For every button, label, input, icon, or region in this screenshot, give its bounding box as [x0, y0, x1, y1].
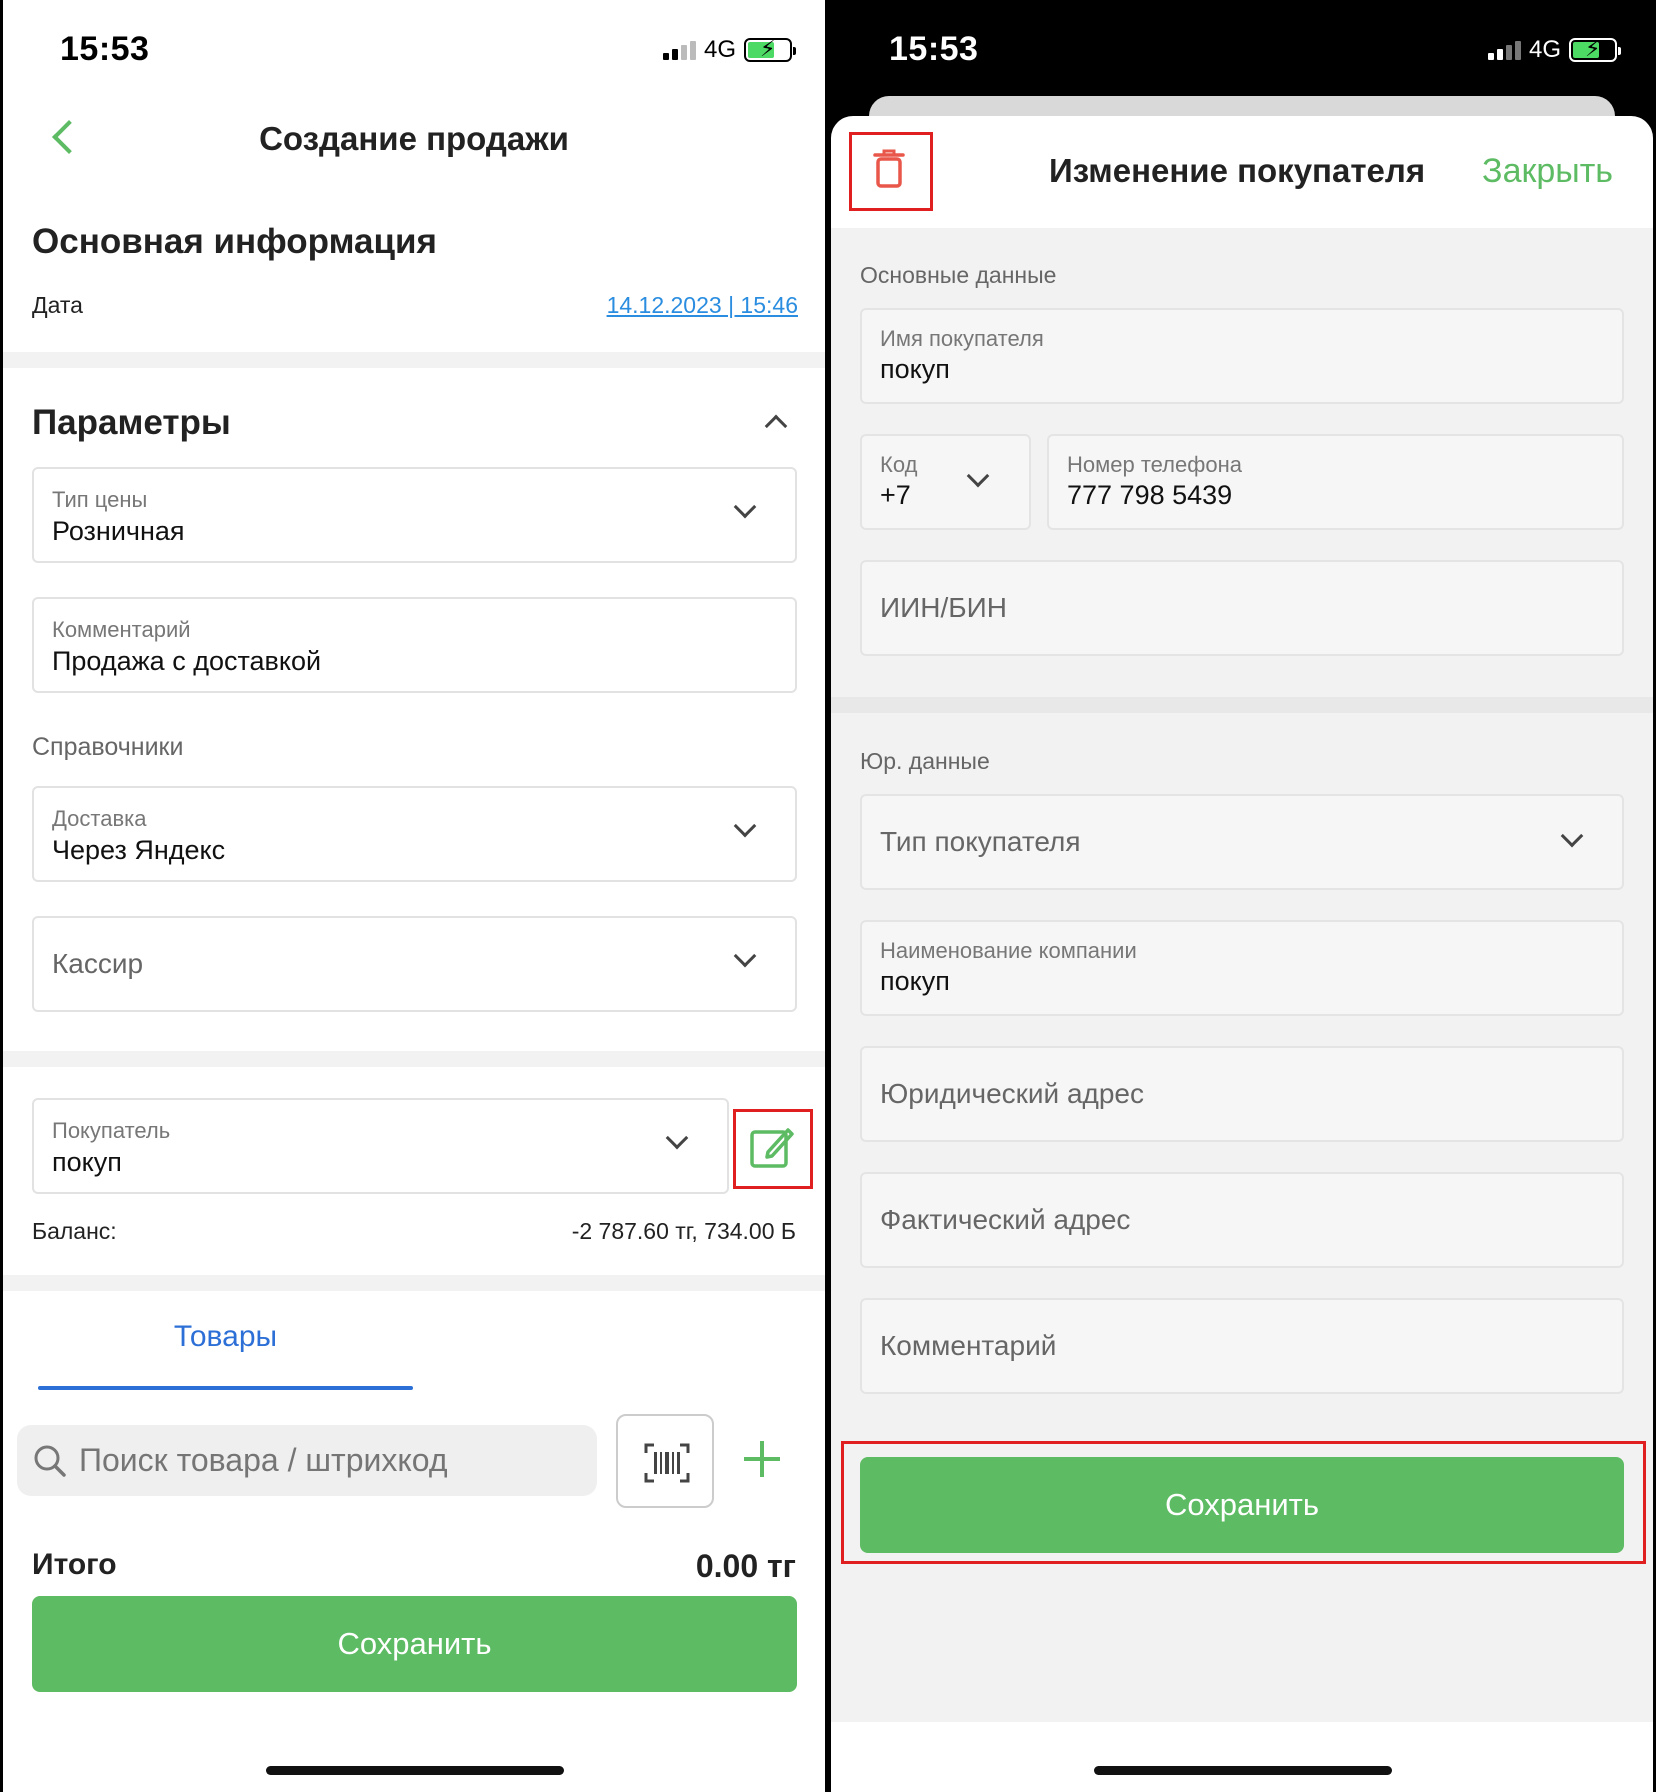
buyer-type-placeholder: Тип покупателя: [880, 826, 1081, 857]
section-divider: [831, 697, 1653, 713]
chevron-down-icon: [733, 495, 757, 519]
company-name-field[interactable]: Наименование компании покуп: [860, 920, 1624, 1016]
chevron-down-icon: [665, 1126, 689, 1150]
modal-title: Изменение покупателя: [1049, 152, 1426, 189]
chevron-down-icon: [1560, 824, 1584, 848]
price-type-value: Розничная: [52, 516, 185, 546]
section-title-main: Основная информация: [32, 222, 437, 261]
cashier-select[interactable]: Кассир: [32, 916, 797, 1012]
chevron-down-icon: [966, 464, 990, 488]
status-bar-icons: 4G ⚡: [1487, 36, 1621, 64]
chevron-up-icon: [764, 414, 788, 438]
barcode-scan-button[interactable]: [616, 1414, 714, 1508]
page-title: Создание продажи: [259, 120, 569, 157]
buyer-name-field[interactable]: Имя покупателя покуп: [860, 308, 1624, 404]
battery-icon: ⚡: [1569, 36, 1621, 62]
tab-goods[interactable]: Товары: [38, 1320, 413, 1390]
status-bar-icons: 4G ⚡: [662, 36, 796, 64]
edit-icon: [750, 1128, 794, 1168]
directories-label: Справочники: [32, 733, 184, 761]
delivery-value: Через Яндекс: [52, 835, 226, 865]
company-value: покуп: [880, 966, 950, 996]
status-time: 15:53: [889, 30, 979, 68]
date-link[interactable]: 14.12.2023 | 15:46: [607, 292, 798, 319]
save-button[interactable]: Сохранить: [32, 1596, 797, 1692]
date-label: Дата: [32, 292, 83, 318]
comment-field[interactable]: Комментарий Продажа с доставкой: [32, 597, 797, 693]
cashier-placeholder: Кассир: [52, 948, 144, 979]
save-buyer-button[interactable]: Сохранить: [860, 1457, 1624, 1553]
tab-indicator: [38, 1386, 413, 1390]
buyer-value: покуп: [52, 1147, 122, 1177]
balance-value: -2 787.60 тг, 734.00 Б: [571, 1218, 796, 1244]
delete-button[interactable]: [869, 146, 913, 196]
create-sale-screen: 15:53 4G ⚡ Создание продажи Основная инф…: [3, 0, 825, 1792]
total-value: 0.00 тг: [695, 1548, 796, 1584]
total-label: Итого: [32, 1548, 117, 1581]
network-label: 4G: [1528, 36, 1561, 63]
bottom-bar: [831, 1722, 1653, 1792]
search-box[interactable]: [17, 1425, 597, 1496]
balance-label: Баланс:: [32, 1218, 117, 1244]
actual-address-placeholder: Фактический адрес: [880, 1204, 1131, 1235]
legal-address-field[interactable]: Юридический адрес: [860, 1046, 1624, 1142]
comment-value: Продажа с доставкой: [52, 646, 322, 676]
section-title-params: Параметры: [32, 403, 231, 442]
actual-address-field[interactable]: Фактический адрес: [860, 1172, 1624, 1268]
edit-buyer-screen: 15:53 4G ⚡ Изменение покупателя Закрыть …: [831, 0, 1653, 1792]
buyer-select[interactable]: Покупатель покуп: [32, 1098, 729, 1194]
chevron-down-icon: [733, 944, 757, 968]
legal-address-placeholder: Юридический адрес: [880, 1078, 1145, 1109]
buyer-comment-field[interactable]: Комментарий: [860, 1298, 1624, 1394]
divider: [3, 1051, 825, 1067]
phone-label: Номер телефона: [1067, 452, 1242, 477]
status-time: 15:53: [60, 30, 150, 68]
search-input[interactable]: [79, 1425, 579, 1496]
price-type-select[interactable]: Тип цены Розничная: [32, 467, 797, 563]
country-code-select[interactable]: Код +7: [860, 434, 1031, 530]
comment-label: Комментарий: [52, 617, 191, 642]
trash-icon: [873, 149, 905, 188]
buyer-name-value: покуп: [880, 354, 950, 384]
code-value: +7: [880, 480, 911, 510]
iin-placeholder: ИИН/БИН: [880, 592, 1007, 623]
barcode-icon: [644, 1443, 690, 1483]
section-legal: Юр. данные: [860, 748, 990, 774]
buyer-label: Покупатель: [52, 1118, 171, 1143]
divider: [3, 352, 825, 368]
buyer-type-select[interactable]: Тип покупателя: [860, 794, 1624, 890]
delivery-label: Доставка: [52, 806, 147, 831]
collapse-button[interactable]: [758, 408, 794, 438]
buyer-comment-placeholder: Комментарий: [880, 1330, 1057, 1361]
divider: [3, 1275, 825, 1291]
buyer-name-label: Имя покупателя: [880, 326, 1044, 351]
home-indicator: [1094, 1766, 1392, 1775]
price-type-label: Тип цены: [52, 487, 148, 512]
add-product-button[interactable]: [740, 1437, 784, 1481]
chevron-down-icon: [733, 814, 757, 838]
iin-field[interactable]: ИИН/БИН: [860, 560, 1624, 656]
search-icon: [34, 1445, 66, 1477]
close-button[interactable]: Закрыть: [1482, 152, 1613, 191]
delivery-select[interactable]: Доставка Через Яндекс: [32, 786, 797, 882]
section-basic: Основные данные: [860, 262, 1057, 288]
company-label: Наименование компании: [880, 938, 1137, 963]
signal-icon: [662, 40, 696, 60]
tab-goods-label: Товары: [173, 1320, 278, 1353]
battery-icon: ⚡: [744, 36, 796, 62]
phone-value: 777 798 5439: [1067, 480, 1233, 510]
edit-buyer-button[interactable]: [748, 1124, 798, 1174]
signal-icon: [1487, 40, 1521, 60]
home-indicator: [266, 1766, 564, 1775]
network-label: 4G: [703, 36, 736, 63]
code-label: Код: [880, 452, 918, 477]
phone-field[interactable]: Номер телефона 777 798 5439: [1047, 434, 1624, 530]
